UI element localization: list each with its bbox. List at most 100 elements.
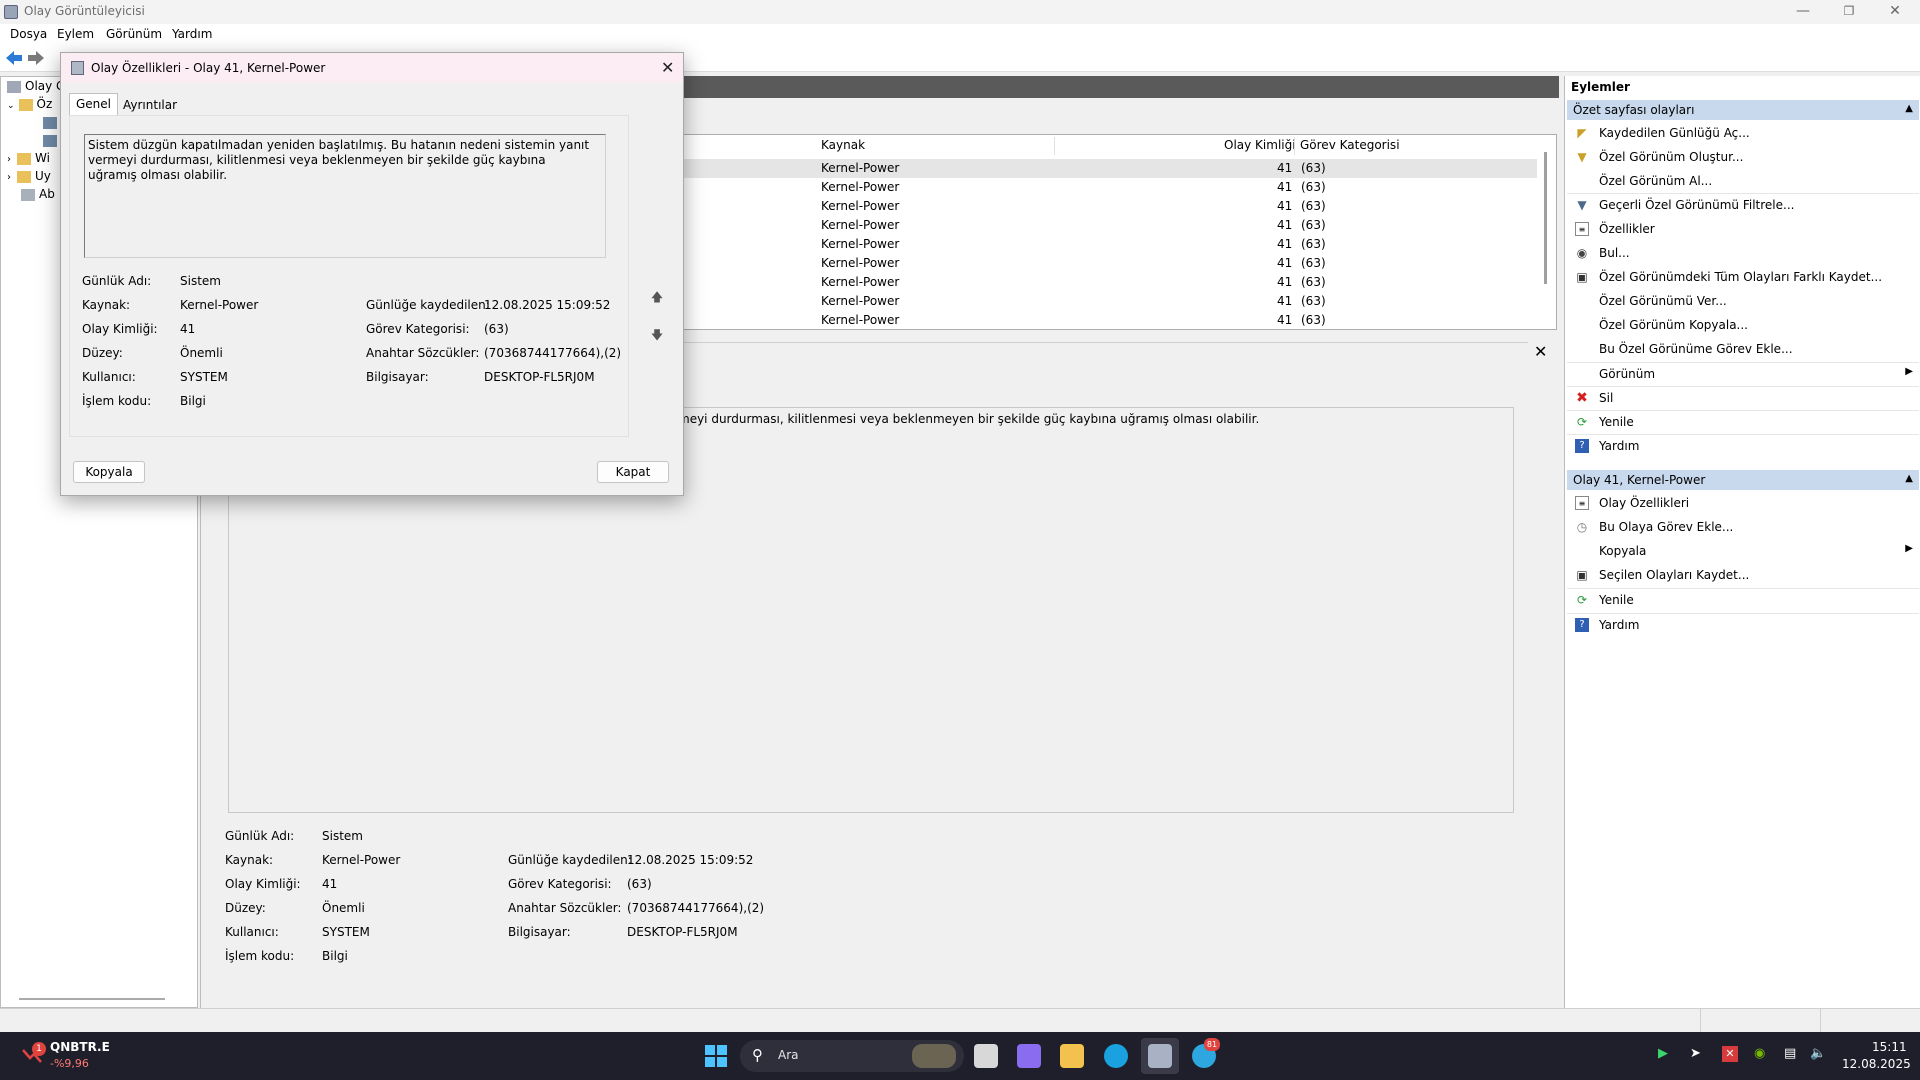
action-create-custom-view[interactable]: ▼ Özel Görünüm Oluştur... <box>1567 146 1919 168</box>
actions-section-event[interactable]: Olay 41, Kernel-Power ▲ <box>1567 470 1919 490</box>
tree-horizontal-scrollbar[interactable] <box>19 998 165 1000</box>
refresh-icon: ⟳ <box>1576 593 1588 607</box>
field-value: SYSTEM <box>180 370 228 384</box>
filter-icon <box>43 134 57 147</box>
tree-subscriptions[interactable]: Ab <box>21 187 55 205</box>
preview-value: (63) <box>627 877 652 891</box>
tree-windows-logs[interactable]: › Wi <box>7 151 50 169</box>
action-find[interactable]: ◉ Bul... <box>1567 242 1919 264</box>
action-refresh-event[interactable]: ⟳ Yenile <box>1567 589 1919 611</box>
tab-details[interactable]: Ayrıntılar <box>117 95 183 117</box>
event-description-box[interactable]: Sistem düzgün kapatılmadan yeniden başla… <box>84 134 606 258</box>
close-window-button[interactable]: ✕ <box>1872 0 1918 24</box>
action-save-selected-events[interactable]: ▣ Seçilen Olayları Kaydet... <box>1567 564 1919 586</box>
column-divider[interactable] <box>1294 137 1295 155</box>
column-divider[interactable] <box>1054 137 1055 155</box>
network-icon[interactable]: ▤ <box>1784 1046 1796 1061</box>
chevron-down-icon[interactable]: ⌄ <box>7 101 15 111</box>
volume-icon[interactable]: 🔈 <box>1810 1046 1826 1061</box>
menu-action[interactable]: Eylem <box>57 27 94 41</box>
tree-filter-2[interactable] <box>43 133 61 151</box>
close-preview-icon[interactable]: ✕ <box>1534 342 1547 361</box>
field-value: (63) <box>484 322 509 336</box>
action-view[interactable]: Görünüm ▶ <box>1567 363 1919 385</box>
telegram-icon[interactable]: 81 <box>1192 1038 1220 1068</box>
column-header-source[interactable]: Kaynak <box>821 138 865 156</box>
table-row[interactable]: Kernel-Power 41 (63) <box>677 273 1537 292</box>
menu-view[interactable]: Görünüm <box>106 27 162 41</box>
clock-date[interactable]: 12.08.2025 <box>1842 1057 1911 1071</box>
chevron-right-icon[interactable]: › <box>7 172 11 183</box>
play-icon[interactable]: ▶ <box>1658 1046 1668 1061</box>
action-copy-custom-view[interactable]: Özel Görünüm Kopyala... <box>1567 314 1919 336</box>
action-delete[interactable]: ✖ Sil <box>1567 387 1919 409</box>
telegram-tray-icon[interactable]: ➤ <box>1690 1046 1701 1061</box>
event-viewer-taskbar-icon[interactable] <box>1148 1044 1172 1068</box>
close-dialog-button[interactable]: Kapat <box>597 461 669 483</box>
menu-help[interactable]: Yardım <box>172 27 212 41</box>
back-arrow-icon[interactable] <box>4 50 24 66</box>
table-row[interactable]: Kernel-Power 41 (63) <box>677 159 1537 178</box>
action-refresh[interactable]: ⟳ Yenile <box>1567 411 1919 433</box>
detail-divider <box>678 342 1528 343</box>
collapse-icon[interactable]: ▲ <box>1905 103 1913 114</box>
preview-value: Önemli <box>322 901 365 915</box>
action-filter-current-view[interactable]: ▼ Geçerli Özel Görünümü Filtrele... <box>1567 194 1919 216</box>
action-properties[interactable]: ≡ Özellikler <box>1567 218 1919 240</box>
action-import-custom-view[interactable]: Özel Görünüm Al... <box>1567 170 1919 192</box>
minimize-button[interactable]: — <box>1780 0 1826 24</box>
field-value: Bilgi <box>180 394 206 408</box>
chevron-right-icon[interactable]: › <box>7 154 11 165</box>
title-bar: Olay Görüntüleyicisi — ❐ ✕ <box>0 0 1920 24</box>
action-help-event[interactable]: ? Yardım <box>1567 614 1919 636</box>
copilot-icon[interactable] <box>1017 1044 1041 1068</box>
tab-general[interactable]: Genel <box>69 93 119 115</box>
menu-file[interactable]: Dosya <box>10 27 47 41</box>
table-row[interactable]: Kernel-Power 41 (63) <box>677 216 1537 235</box>
file-explorer-icon[interactable] <box>1060 1044 1084 1068</box>
tree-app-services[interactable]: › Uy <box>7 169 51 187</box>
forward-arrow-icon[interactable] <box>26 50 46 66</box>
action-attach-task-event[interactable]: ◷ Bu Olaya Görev Ekle... <box>1567 516 1919 538</box>
edge-browser-icon[interactable] <box>1104 1044 1128 1068</box>
folder-icon <box>17 170 31 183</box>
action-save-all-events[interactable]: ▣ Özel Görünümdeki Tüm Olayları Farklı Ka… <box>1567 266 1919 288</box>
stock-name[interactable]: QNBTR.E <box>50 1040 110 1054</box>
table-row[interactable]: Kernel-Power 41 (63) <box>677 178 1537 197</box>
task-view-icon[interactable] <box>974 1044 998 1068</box>
actions-section-custom-view[interactable]: Özet sayfası olayları ▲ <box>1567 100 1919 120</box>
dialog-close-icon[interactable]: ✕ <box>661 58 674 77</box>
next-event-button[interactable]: 🡇 <box>646 324 668 346</box>
nvidia-tray-icon[interactable]: ◉ <box>1754 1046 1765 1061</box>
collapse-icon[interactable]: ▲ <box>1905 473 1913 484</box>
action-event-properties[interactable]: ≡ Olay Özellikleri <box>1567 492 1919 514</box>
action-export-custom-view[interactable]: Özel Görünümü Ver... <box>1567 290 1919 312</box>
start-button[interactable] <box>704 1044 728 1068</box>
antivirus-tray-icon[interactable]: ✕ <box>1722 1046 1738 1062</box>
grid-vertical-scrollbar[interactable] <box>1544 152 1547 284</box>
action-attach-task-custom-view[interactable]: Bu Özel Görünüme Görev Ekle... <box>1567 338 1919 360</box>
table-row[interactable]: Kernel-Power 41 (63) <box>677 292 1537 311</box>
dialog-title-bar[interactable]: Olay Özellikleri - Olay 41, Kernel-Power… <box>61 53 683 83</box>
action-open-saved-log[interactable]: ◤ Kaydedilen Günlüğü Aç... <box>1567 122 1919 144</box>
save-icon: ▣ <box>1576 270 1588 284</box>
tree-filter-1[interactable] <box>43 115 61 133</box>
table-row[interactable]: Kernel-Power 41 (63) <box>677 235 1537 254</box>
action-help[interactable]: ? Yardım <box>1567 435 1919 457</box>
maximize-button[interactable]: ❐ <box>1826 0 1872 24</box>
table-row[interactable]: Kernel-Power 41 (63) <box>677 254 1537 273</box>
table-row[interactable]: Kernel-Power 41 (63) <box>677 197 1537 216</box>
clock-time[interactable]: 15:11 <box>1872 1040 1907 1054</box>
column-header-event-id[interactable]: Olay Kimliği <box>1224 138 1296 156</box>
column-header-task[interactable]: Görev Kategorisi <box>1300 138 1400 156</box>
previous-event-button[interactable]: 🡅 <box>646 286 668 308</box>
tree-root-event-viewer[interactable]: Olay G <box>7 79 65 97</box>
field-label: Günlük Adı: <box>82 274 152 288</box>
taskbar-search[interactable]: ⚲ Ara <box>740 1040 964 1072</box>
stock-widget-icon[interactable]: 1 <box>20 1042 46 1068</box>
action-copy[interactable]: Kopyala ▶ <box>1567 540 1919 562</box>
table-row[interactable]: Kernel-Power 41 (63) <box>677 311 1537 330</box>
preview-value: 12.08.2025 15:09:52 <box>627 853 754 867</box>
tree-custom-views[interactable]: ⌄ Öz <box>7 97 52 115</box>
copy-button[interactable]: Kopyala <box>73 461 145 483</box>
